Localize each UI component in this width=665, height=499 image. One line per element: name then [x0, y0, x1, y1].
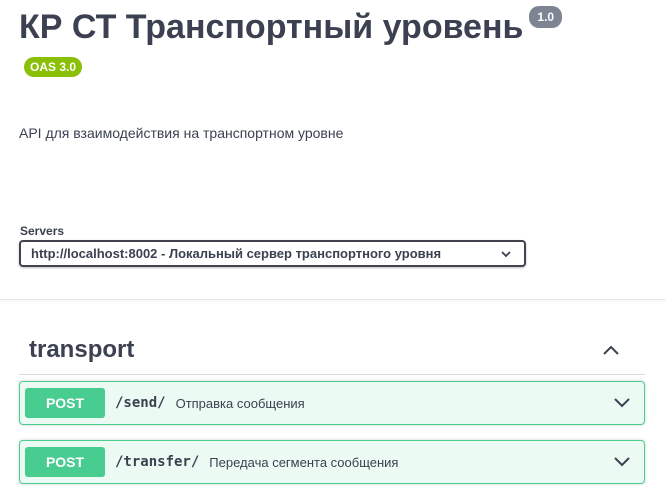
- tag-header-transport[interactable]: transport: [19, 326, 645, 375]
- chevron-down-icon[interactable]: [612, 393, 632, 413]
- tag-name: transport: [29, 336, 135, 363]
- api-description: API для взаимодействия на транспортном у…: [19, 125, 344, 141]
- chevron-up-icon[interactable]: [601, 340, 621, 360]
- operation-post-transfer[interactable]: POST /transfer/ Передача сегмента сообще…: [19, 440, 645, 484]
- version-badge: 1.0: [529, 6, 563, 28]
- operation-summary: Передача сегмента сообщения: [209, 454, 399, 470]
- operation-path: /transfer/: [115, 454, 200, 470]
- api-title-row: КР СТ Транспортный уровень 1.0: [19, 2, 563, 52]
- method-badge: POST: [25, 388, 105, 418]
- operation-post-send[interactable]: POST /send/ Отправка сообщения: [19, 381, 645, 425]
- section-divider: [0, 299, 665, 300]
- swagger-page: КР СТ Транспортный уровень 1.0 OAS 3.0 A…: [0, 0, 665, 499]
- chevron-down-icon: [501, 251, 511, 258]
- server-select-value: http://localhost:8002 - Локальный сервер…: [31, 246, 442, 261]
- server-select[interactable]: http://localhost:8002 - Локальный сервер…: [19, 240, 526, 267]
- oas-version-badge: OAS 3.0: [24, 57, 83, 77]
- method-badge: POST: [25, 447, 105, 477]
- operation-path: /send/: [115, 395, 166, 411]
- servers-label: Servers: [20, 224, 65, 238]
- chevron-down-icon[interactable]: [612, 452, 632, 472]
- api-title: КР СТ Транспортный уровень: [19, 8, 524, 46]
- operation-summary: Отправка сообщения: [175, 395, 305, 411]
